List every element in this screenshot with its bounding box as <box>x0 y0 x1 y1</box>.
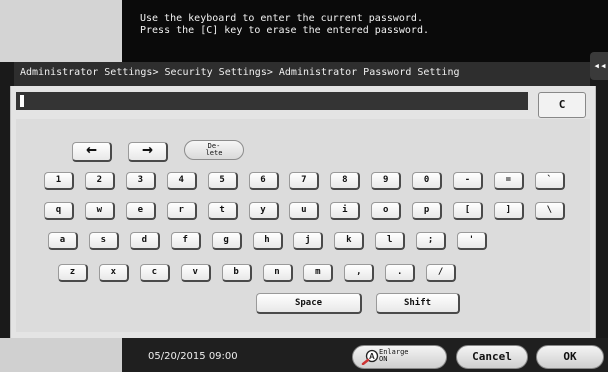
key-row4-3[interactable]: v <box>180 264 211 282</box>
instruction-line-2: Press the [C] key to erase the entered p… <box>140 25 429 36</box>
key-row3-8[interactable]: l <box>375 232 406 250</box>
key-row2-7[interactable]: i <box>330 202 361 220</box>
key-row4-4[interactable]: b <box>221 264 252 282</box>
key-row2-3[interactable]: r <box>166 202 197 220</box>
key-row2-5[interactable]: y <box>248 202 279 220</box>
instruction-line-1: Use the keyboard to enter the current pa… <box>140 13 423 24</box>
key-row2-11[interactable]: ] <box>493 202 524 220</box>
key-row1-12[interactable]: ` <box>534 172 565 190</box>
key-row3-6[interactable]: j <box>293 232 324 250</box>
key-row1-0[interactable]: 1 <box>44 172 74 190</box>
instruction-message: Use the keyboard to enter the current pa… <box>140 13 429 37</box>
key-row1-7[interactable]: 8 <box>330 172 361 190</box>
side-tab-collapse-icon[interactable]: ◂◂ <box>590 52 608 80</box>
clear-button[interactable]: C <box>538 92 586 118</box>
key-row2-10[interactable]: [ <box>453 202 483 220</box>
breadcrumb: Administrator Settings> Security Setting… <box>20 67 460 78</box>
key-row2-4[interactable]: t <box>207 202 238 220</box>
key-row1-11[interactable]: = <box>493 172 524 190</box>
key-row4-6[interactable]: m <box>303 264 334 282</box>
key-row4-0[interactable]: z <box>58 264 88 282</box>
cursor-right-key[interactable]: → <box>128 141 168 162</box>
key-row1-10[interactable]: - <box>453 172 483 190</box>
key-row3-9[interactable]: ; <box>416 232 447 250</box>
key-row4-8[interactable]: . <box>385 264 416 282</box>
key-row3-7[interactable]: k <box>334 232 365 250</box>
key-row2-9[interactable]: p <box>412 202 443 220</box>
message-left-panel <box>0 0 122 62</box>
key-row2-2[interactable]: e <box>125 202 156 220</box>
key-row4-9[interactable]: / <box>426 264 457 282</box>
bottom-left-panel <box>0 338 122 372</box>
key-row2-6[interactable]: u <box>289 202 320 220</box>
key-row1-4[interactable]: 5 <box>207 172 238 190</box>
enlarge-label: Enlarge ON <box>379 349 409 363</box>
cursor-left-key[interactable]: ← <box>72 141 112 162</box>
key-row3-0[interactable]: a <box>48 232 78 250</box>
text-cursor <box>20 95 24 107</box>
key-row3-10[interactable]: ' <box>457 232 487 250</box>
ok-button[interactable]: OK <box>536 345 604 369</box>
key-row1-5[interactable]: 6 <box>248 172 279 190</box>
key-row1-3[interactable]: 4 <box>166 172 197 190</box>
enlarge-button[interactable]: A Enlarge ON <box>352 345 447 369</box>
svg-text:A: A <box>369 352 375 361</box>
key-row3-5[interactable]: h <box>252 232 283 250</box>
key-row4-5[interactable]: n <box>262 264 293 282</box>
key-row4-7[interactable]: , <box>344 264 375 282</box>
key-row1-1[interactable]: 2 <box>84 172 115 190</box>
delete-button[interactable]: De-lete <box>184 140 244 160</box>
key-row1-6[interactable]: 7 <box>289 172 320 190</box>
key-row2-12[interactable]: \ <box>534 202 565 220</box>
magnify-a-icon: A <box>361 349 379 365</box>
key-row2-8[interactable]: o <box>371 202 402 220</box>
key-row3-4[interactable]: g <box>211 232 242 250</box>
key-row1-9[interactable]: 0 <box>412 172 443 190</box>
key-row1-8[interactable]: 9 <box>371 172 402 190</box>
key-row3-2[interactable]: d <box>129 232 160 250</box>
key-row4-1[interactable]: x <box>98 264 129 282</box>
key-row3-1[interactable]: s <box>88 232 119 250</box>
key-row3-3[interactable]: f <box>170 232 201 250</box>
key-row2-1[interactable]: w <box>84 202 115 220</box>
key-row2-0[interactable]: q <box>44 202 74 220</box>
datetime: 05/20/2015 09:00 <box>148 351 238 362</box>
password-input[interactable] <box>16 92 528 110</box>
cancel-button[interactable]: Cancel <box>456 345 528 369</box>
key-row4-2[interactable]: c <box>139 264 170 282</box>
shift-key[interactable]: Shift <box>376 293 460 314</box>
key-row1-2[interactable]: 3 <box>125 172 156 190</box>
delete-label-2: lete <box>205 149 223 157</box>
enlarge-label-2: ON <box>379 355 388 363</box>
space-key[interactable]: Space <box>256 293 362 314</box>
